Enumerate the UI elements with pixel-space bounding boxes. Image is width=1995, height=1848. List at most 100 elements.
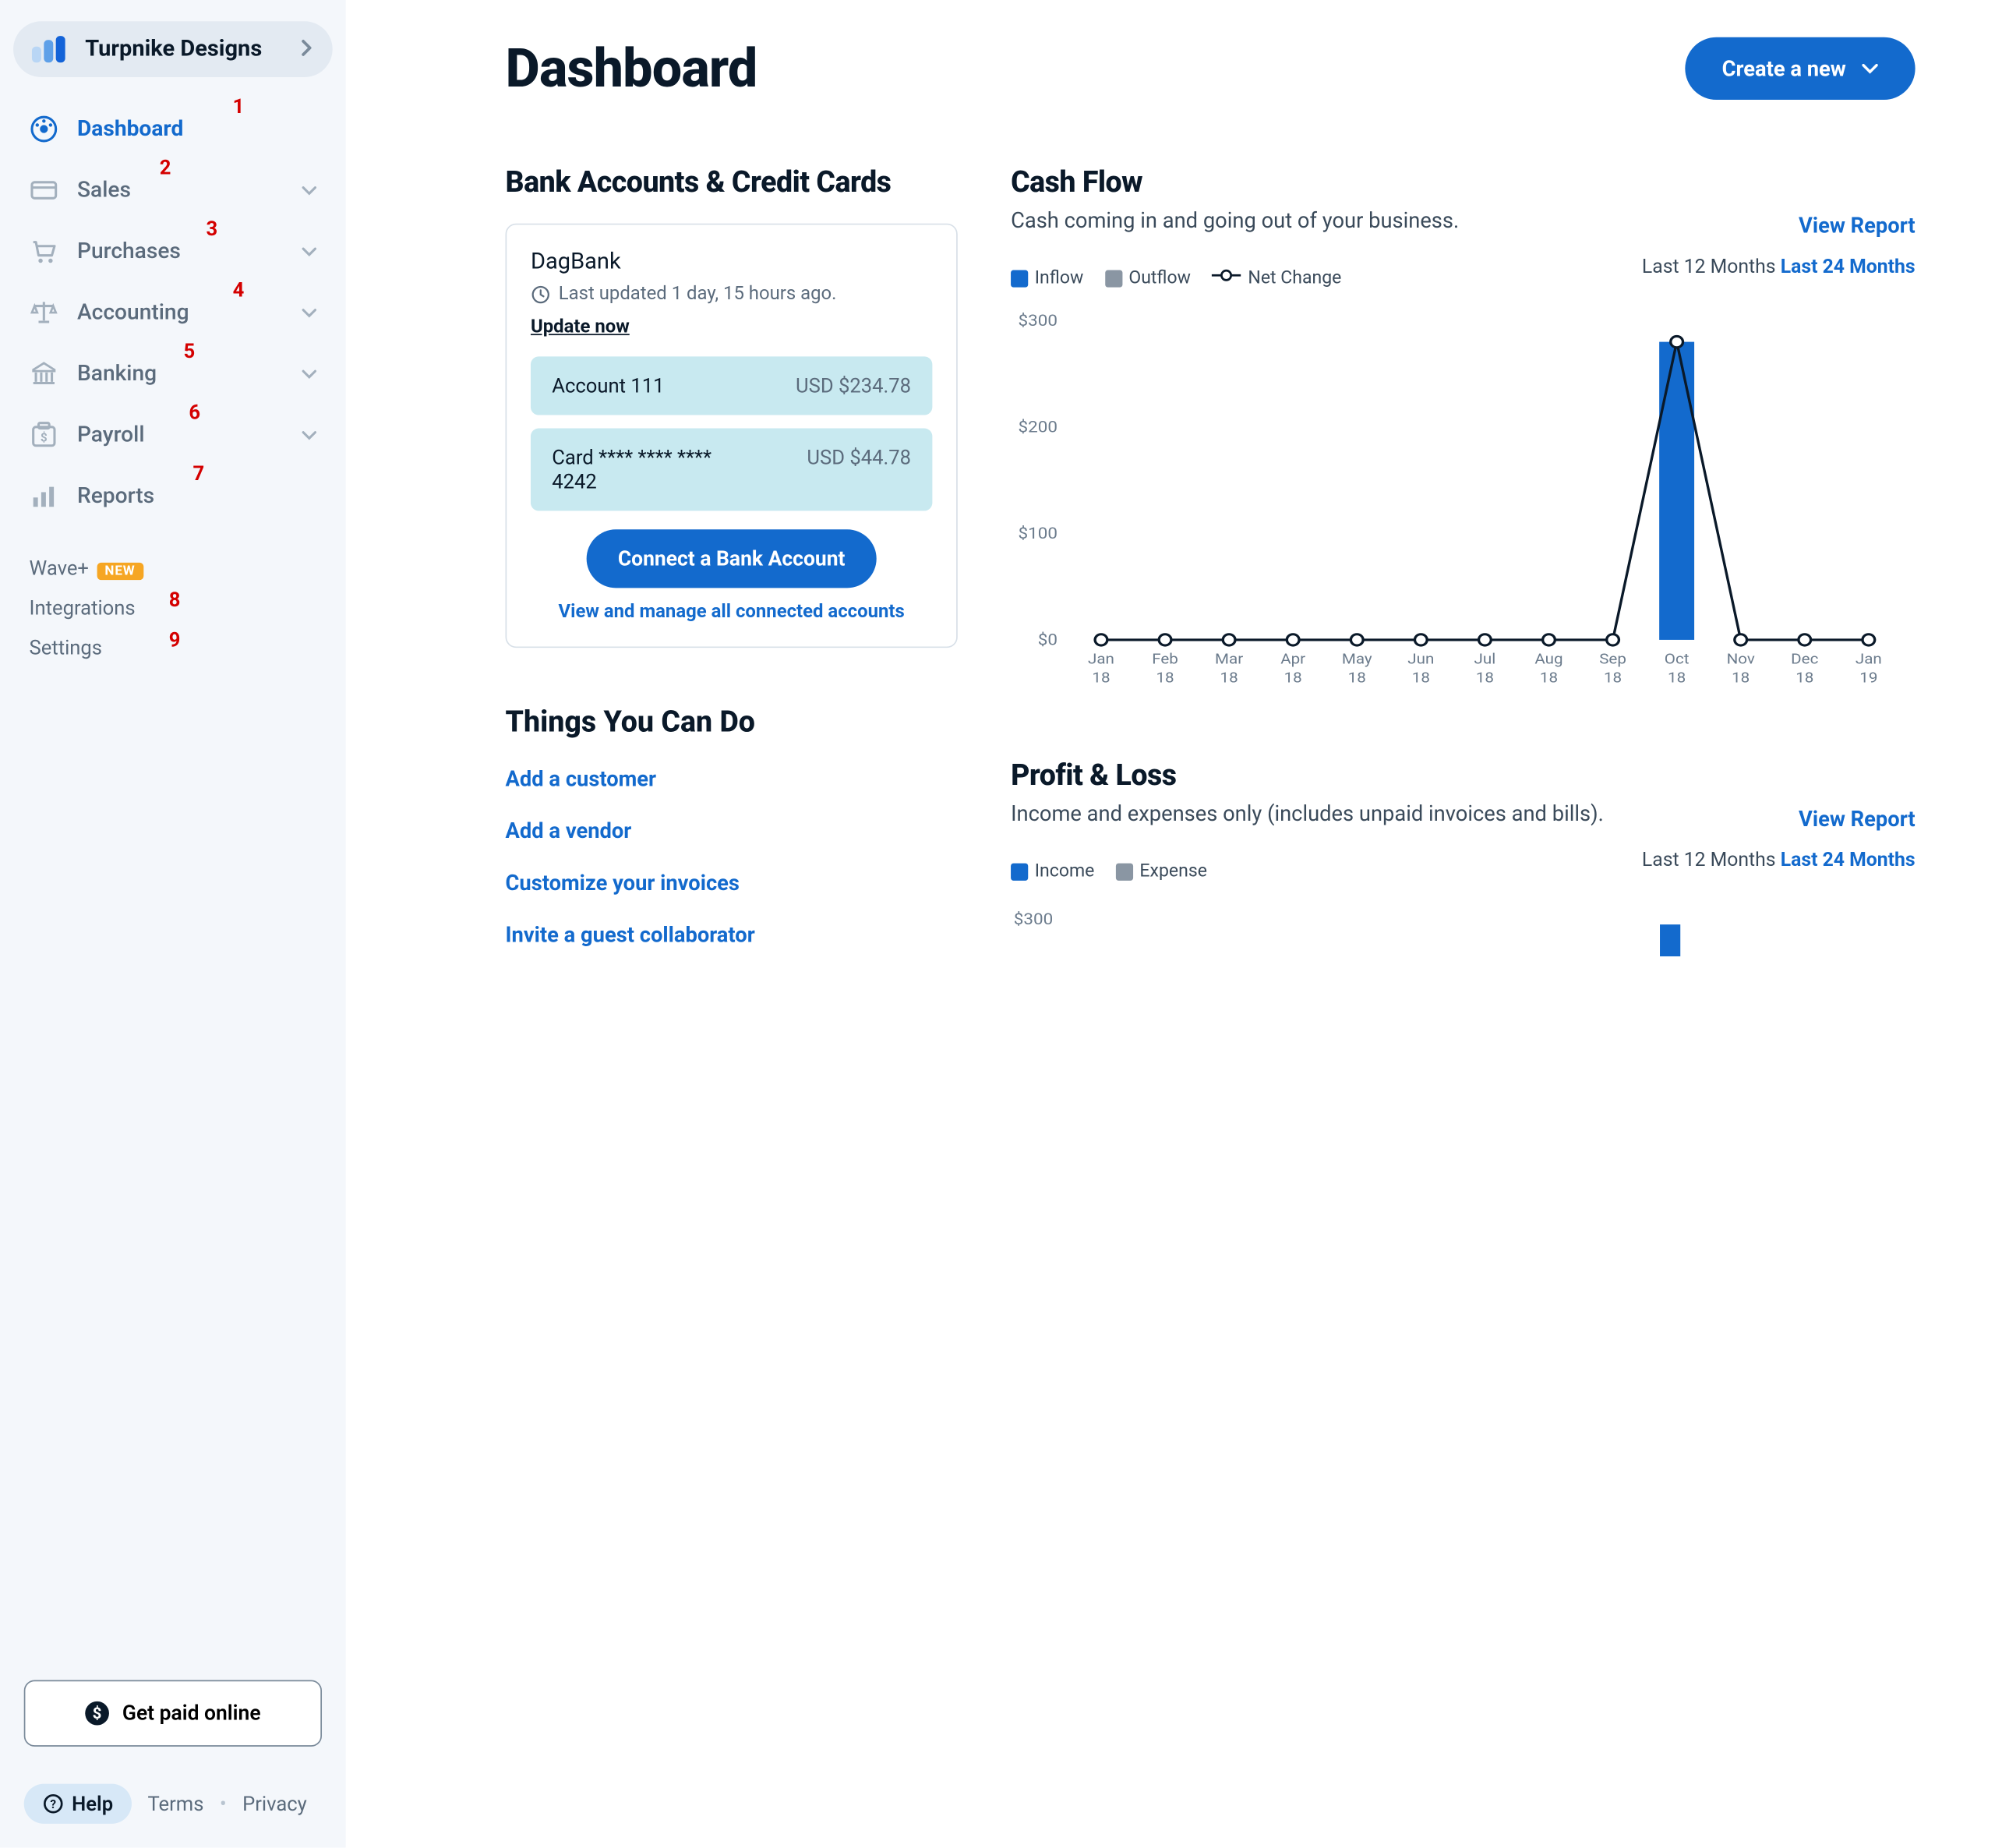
svg-text:18: 18	[1348, 669, 1366, 686]
svg-text:Nov: Nov	[1727, 650, 1756, 667]
svg-text:18: 18	[1796, 669, 1813, 686]
chevron-down-icon	[302, 242, 316, 261]
pl-heading: Profit & Loss	[1011, 760, 1916, 793]
nav-label: Purchases	[77, 239, 284, 263]
new-badge: NEW	[97, 563, 143, 580]
get-paid-online-button[interactable]: $ Get paid online	[24, 1680, 322, 1747]
chevron-down-icon	[302, 426, 316, 444]
svg-text:18: 18	[1092, 669, 1110, 686]
sidebar: Turpnike Designs Dashboard1Sales2Purchas…	[0, 0, 346, 1848]
chevron-down-icon	[302, 181, 316, 200]
svg-text:18: 18	[1732, 669, 1750, 686]
svg-text:Dec: Dec	[1791, 650, 1818, 667]
caret-down-icon	[1862, 63, 1877, 74]
nav-label: Sales	[77, 178, 284, 203]
sidebar-footer: ? Help Terms • Privacy	[0, 1771, 346, 1848]
pl-range-24-months[interactable]: Last 24 Months	[1781, 848, 1916, 871]
privacy-link[interactable]: Privacy	[242, 1792, 307, 1816]
pl-chart: $300	[1011, 900, 1916, 956]
svg-text:$: $	[41, 431, 48, 445]
svg-text:Apr: Apr	[1280, 650, 1305, 667]
svg-text:May: May	[1342, 650, 1372, 667]
svg-text:Feb: Feb	[1152, 650, 1178, 667]
income-swatch-icon	[1011, 864, 1028, 881]
nav-item-accounting[interactable]: Accounting4	[0, 282, 346, 344]
svg-text:Mar: Mar	[1215, 650, 1243, 667]
dashboard-icon	[30, 115, 59, 144]
get-paid-label: Get paid online	[122, 1701, 261, 1726]
terms-link[interactable]: Terms	[147, 1792, 203, 1816]
nav-item-banking[interactable]: Banking5	[0, 343, 346, 405]
cashflow-legend: Inflow Outflow Net Change	[1011, 267, 1341, 288]
nav-item-payroll[interactable]: $Payroll6	[0, 405, 346, 466]
view-all-accounts-link[interactable]: View and manage all connected accounts	[531, 601, 932, 622]
nav-label: Reports	[77, 483, 316, 508]
cashflow-chart: $0$100$200$300Jan18Feb18Mar18Apr18May18J…	[1011, 307, 1916, 693]
account-row[interactable]: Card **** **** **** 4242USD $44.78	[531, 429, 932, 511]
pl-sub: Income and expenses only (includes unpai…	[1011, 800, 1604, 825]
nav-label: Accounting	[77, 300, 284, 325]
svg-text:18: 18	[1412, 669, 1430, 686]
pl-legend: Income Expense	[1011, 860, 1207, 882]
svg-text:$0: $0	[1038, 631, 1058, 650]
svg-text:Jan: Jan	[1856, 650, 1882, 667]
nav-item-reports[interactable]: Reports7	[0, 465, 346, 527]
nav-item-dashboard[interactable]: Dashboard1	[0, 98, 346, 160]
nav-item-purchases[interactable]: Purchases3	[0, 221, 346, 282]
things-section: Things You Can Do Add a customerAdd a ve…	[506, 706, 958, 947]
payroll-icon: $	[30, 420, 59, 450]
nav-label: Banking	[77, 361, 284, 386]
netchange-symbol-icon	[1212, 267, 1241, 283]
connect-bank-button[interactable]: Connect a Bank Account	[586, 529, 877, 588]
outflow-swatch-icon	[1105, 270, 1122, 287]
inflow-swatch-icon	[1011, 270, 1028, 287]
svg-text:Sep: Sep	[1599, 650, 1626, 667]
business-name: Turpnike Designs	[85, 36, 284, 62]
dollar-icon: $	[85, 1701, 109, 1726]
business-switcher[interactable]: Turpnike Designs	[13, 21, 333, 77]
cashflow-view-report[interactable]: View Report	[1799, 213, 1916, 238]
page-title: Dashboard	[506, 37, 757, 100]
svg-text:$300: $300	[1014, 910, 1053, 929]
cashflow-heading: Cash Flow	[1011, 166, 1142, 200]
help-icon: ?	[43, 1793, 64, 1814]
scale-icon	[30, 298, 59, 327]
things-link[interactable]: Invite a guest collaborator	[506, 922, 958, 947]
create-new-button[interactable]: Create a new	[1685, 37, 1916, 100]
things-link[interactable]: Add a customer	[506, 766, 958, 791]
nav2-item-waveplus[interactable]: Wave+NEW	[30, 548, 346, 588]
nav-label: Dashboard	[77, 116, 316, 141]
chevron-down-icon	[302, 303, 316, 322]
nav2-item-integrations[interactable]: Integrations8	[30, 588, 346, 627]
things-link[interactable]: Customize your invoices	[506, 870, 958, 895]
svg-text:Jan: Jan	[1088, 650, 1114, 667]
card-icon	[30, 175, 59, 205]
wave-logo-icon	[32, 34, 69, 64]
svg-text:?: ?	[50, 1797, 56, 1811]
bank-heading: Bank Accounts & Credit Cards	[506, 166, 958, 200]
clock-icon	[531, 284, 551, 309]
svg-text:18: 18	[1540, 669, 1558, 686]
svg-text:18: 18	[1476, 669, 1494, 686]
svg-text:Jul: Jul	[1474, 650, 1496, 667]
pl-view-report[interactable]: View Report	[1799, 806, 1916, 831]
svg-text:18: 18	[1668, 669, 1686, 686]
svg-text:19: 19	[1859, 669, 1877, 686]
pl-range: Last 12 Months Last 24 Months	[1642, 848, 1916, 871]
bank-icon	[30, 359, 59, 389]
chevron-down-icon	[302, 365, 316, 383]
update-now-link[interactable]: Update now	[531, 316, 630, 337]
expense-swatch-icon	[1116, 864, 1133, 881]
svg-text:Oct: Oct	[1665, 650, 1690, 667]
nav-item-sales[interactable]: Sales2	[0, 160, 346, 221]
svg-text:$100: $100	[1018, 525, 1057, 543]
nav2-item-settings[interactable]: Settings9	[30, 628, 346, 668]
svg-text:Jun: Jun	[1407, 650, 1434, 667]
reports-icon	[30, 482, 59, 511]
help-button[interactable]: ? Help	[24, 1784, 132, 1824]
things-link[interactable]: Add a vendor	[506, 818, 958, 843]
range-24-months[interactable]: Last 24 Months	[1781, 255, 1916, 277]
svg-text:18: 18	[1604, 669, 1622, 686]
account-row[interactable]: Account 111USD $234.78	[531, 356, 932, 415]
nav-label: Payroll	[77, 422, 284, 447]
